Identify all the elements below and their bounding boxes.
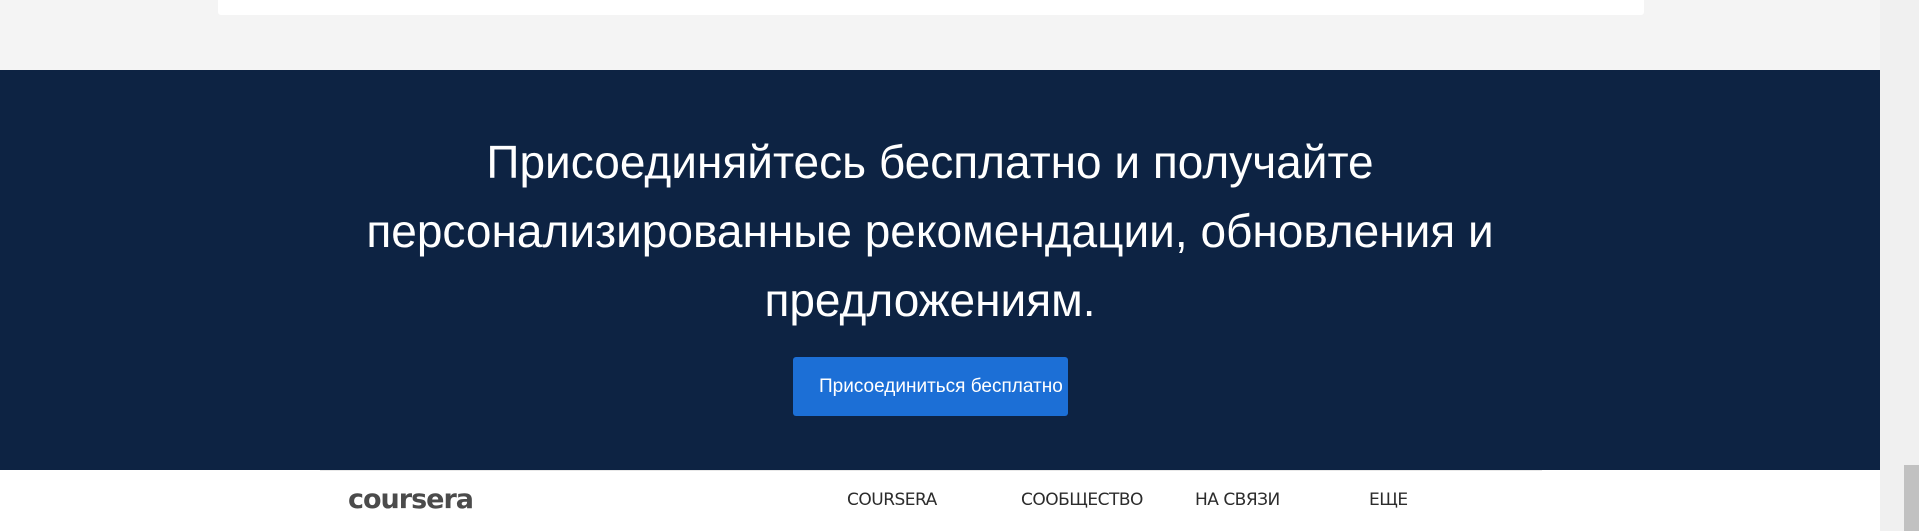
headline-line-2: персонализированные рекомендации, обновл… [366,205,1494,257]
scrollbar-thumb[interactable] [1904,465,1919,531]
footer-nav-connect[interactable]: НА СВЯЗИ [1195,490,1280,510]
footer-nav-more[interactable]: ЕЩЕ [1369,490,1408,510]
page-top-area [0,0,1880,70]
footer: coursera COURSERA СООБЩЕСТВО НА СВЯЗИ ЕЩ… [0,470,1880,531]
footer-nav-community[interactable]: СООБЩЕСТВО [1021,490,1143,510]
footer-nav-coursera[interactable]: COURSERA [847,490,937,510]
footer-divider [320,470,1542,471]
page-scrollbar[interactable] [1880,0,1919,531]
join-free-button[interactable]: Присоединиться бесплатно [793,357,1068,416]
banner-headline: Присоединяйтесь бесплатно и получайте пе… [0,128,1860,335]
headline-line-3: предложениям. [764,274,1096,326]
coursera-logo[interactable]: coursera [348,485,474,515]
headline-line-1: Присоединяйтесь бесплатно и получайте [486,136,1374,188]
content-card-bottom [218,0,1644,15]
join-banner: Присоединяйтесь бесплатно и получайте пе… [0,70,1880,470]
